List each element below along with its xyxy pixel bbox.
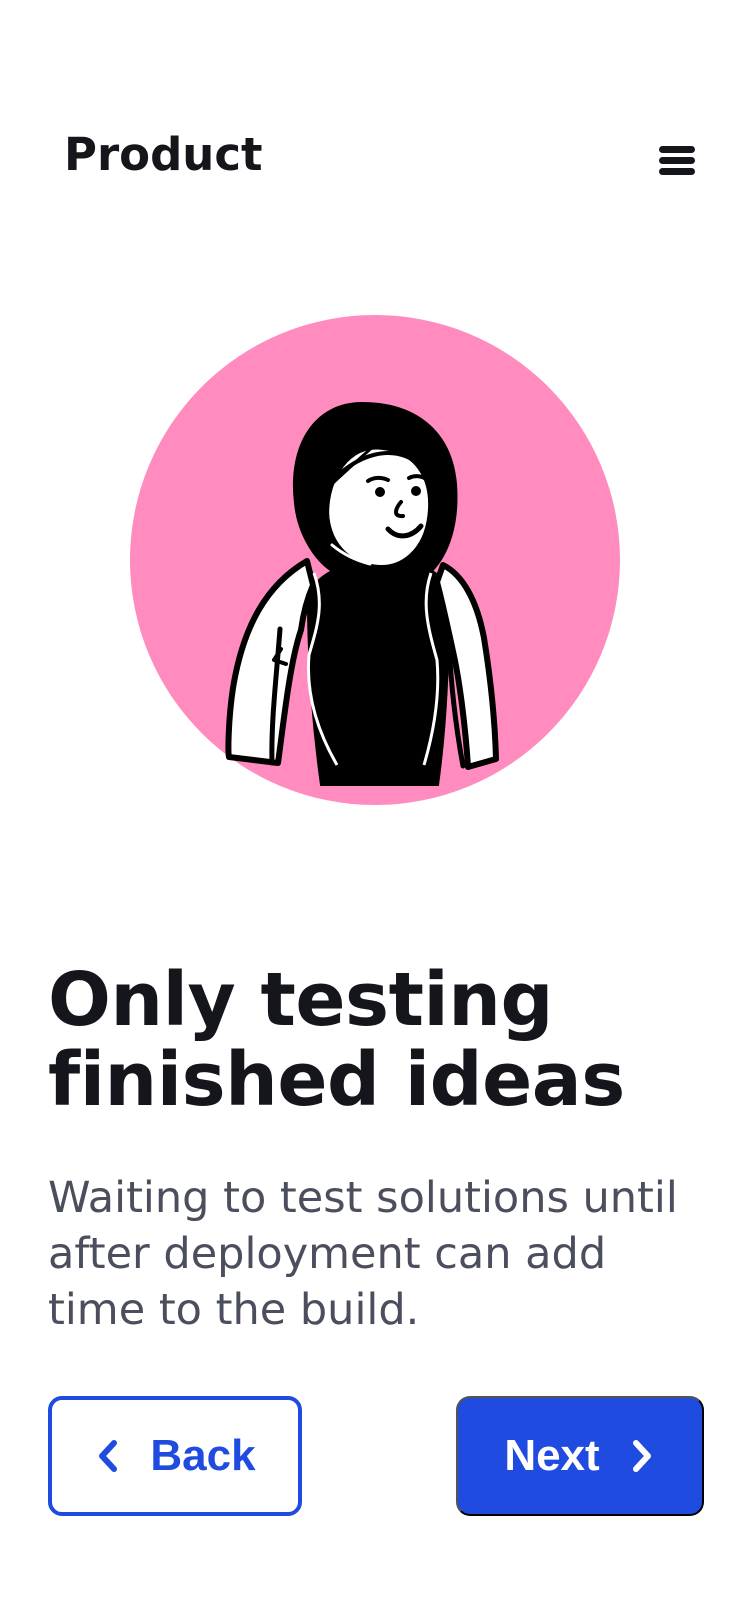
body-line-3: time to the build. bbox=[48, 1285, 420, 1335]
back-button-label: Back bbox=[150, 1431, 256, 1480]
menu-button[interactable] bbox=[654, 140, 698, 180]
onboarding-screen: Product Only testing finished ideas Wait… bbox=[0, 0, 750, 1624]
next-button[interactable]: Next bbox=[456, 1396, 704, 1516]
face-shape bbox=[324, 444, 434, 570]
hero-illustration bbox=[130, 315, 620, 805]
right-eye bbox=[411, 486, 421, 496]
description-text: Waiting to test solutions until after de… bbox=[48, 1170, 708, 1338]
body-line-1: Waiting to test solutions until bbox=[48, 1173, 678, 1223]
body-line-2: after deployment can add bbox=[48, 1229, 607, 1279]
back-button[interactable]: Back bbox=[48, 1396, 302, 1516]
headline-line-2: finished ideas bbox=[48, 1037, 625, 1123]
chevron-left-icon bbox=[99, 1440, 118, 1472]
woman-in-hijab-illustration bbox=[130, 315, 620, 805]
chevron-right-icon bbox=[632, 1440, 651, 1472]
headline-line-1: Only testing bbox=[48, 957, 553, 1043]
brand-title: Product bbox=[64, 128, 263, 181]
top-header: Product bbox=[0, 0, 750, 230]
next-button-label: Next bbox=[504, 1431, 600, 1480]
left-eye bbox=[375, 487, 385, 497]
page-headline: Only testing finished ideas bbox=[48, 960, 698, 1120]
